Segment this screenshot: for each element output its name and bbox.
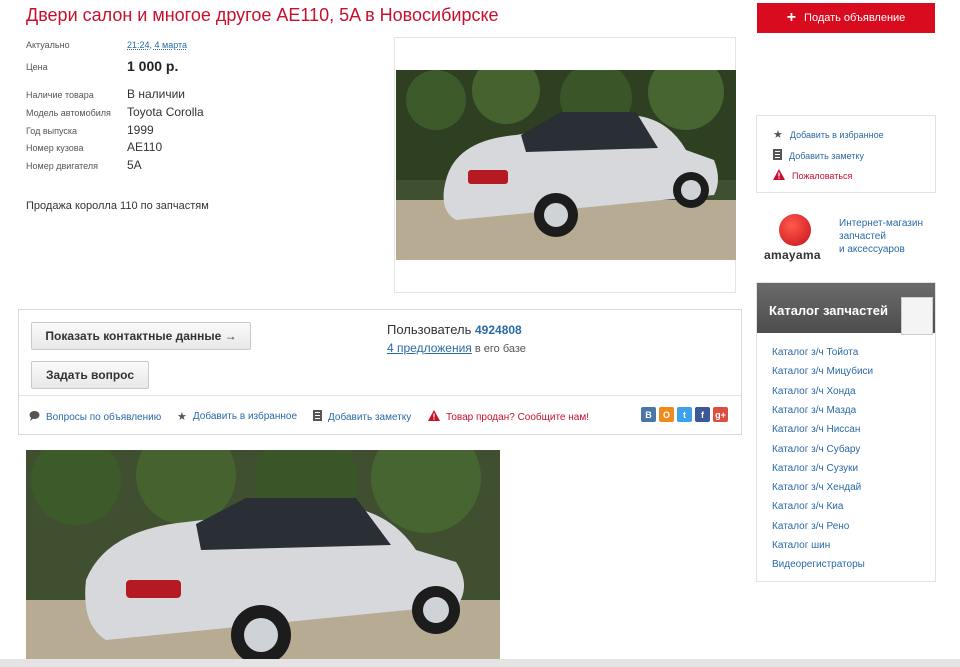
questions-label: Вопросы по объявлению: [46, 411, 162, 423]
spec-year: 1999: [127, 123, 154, 137]
show-contacts-button[interactable]: Показать контактные данные →: [31, 322, 251, 350]
offers-line: 4 предложения в его базе: [387, 341, 526, 355]
questions-link[interactable]: Вопросы по объявлению: [29, 410, 161, 424]
user-id-link[interactable]: 4924808: [475, 323, 522, 337]
parts-catalog: Каталог запчастей Каталог з/ч Тойота Кат…: [756, 282, 936, 582]
user-prefix: Пользователь: [387, 322, 472, 337]
warning-icon: [428, 410, 440, 424]
add-favorite-link[interactable]: ★ Добавить в избранное: [177, 410, 297, 423]
catalog-link-mazda[interactable]: Каталог з/ч Мазда: [772, 405, 856, 416]
spec-availability: В наличии: [127, 87, 186, 101]
add-note-label: Добавить заметку: [328, 411, 412, 423]
complain-link[interactable]: Пожаловаться: [773, 169, 852, 182]
spec-label-body: Номер кузова: [26, 143, 84, 153]
main-photo-frame[interactable]: [394, 37, 736, 293]
catalog-link-subaru[interactable]: Каталог з/ч Субару: [772, 444, 860, 455]
car-photo-large[interactable]: [26, 450, 500, 662]
spec-date-link[interactable]: 21:24, 4 марта: [127, 40, 187, 50]
sidebar-add-note-link[interactable]: Добавить заметку: [773, 149, 864, 162]
add-favorite-label: Добавить в избранное: [192, 411, 298, 422]
catalog-link-kia[interactable]: Каталог з/ч Киа: [772, 501, 843, 512]
spec-model: Toyota Corolla: [127, 105, 204, 119]
catalog-document-icon: [901, 297, 933, 335]
listing-description: Продажа королла 110 по запчастям: [26, 200, 209, 212]
amayama-line1: Интернет-магазин: [839, 218, 923, 229]
spec-label-actual: Актуально: [26, 40, 70, 50]
amayama-logo-icon: [779, 214, 811, 246]
offers-link[interactable]: 4 предложения: [387, 341, 472, 355]
catalog-link-nissan[interactable]: Каталог з/ч Ниссан: [772, 424, 860, 435]
gplus-share-icon[interactable]: g+: [713, 407, 728, 422]
divider: [19, 395, 741, 396]
spec-label-price: Цена: [26, 62, 48, 72]
spec-engine: 5A: [127, 158, 142, 172]
spec-label-model: Модель автомобиля: [26, 108, 111, 118]
sidebar-actions-box: ★ Добавить в избранное Добавить заметку …: [756, 115, 936, 193]
post-ad-button[interactable]: + Подать объявление: [757, 3, 935, 33]
spec-label-engine: Номер двигателя: [26, 161, 99, 171]
amayama-tagline[interactable]: Интернет-магазин запчастей и аксессуаров: [839, 217, 939, 256]
warning-icon: [773, 169, 785, 182]
catalog-link-mitsubishi[interactable]: Каталог з/ч Мицубиси: [772, 366, 873, 377]
catalog-link-renault[interactable]: Каталог з/ч Рено: [772, 521, 849, 532]
vk-share-icon[interactable]: В: [641, 407, 656, 422]
catalog-link-tires[interactable]: Каталог шин: [772, 540, 830, 551]
post-ad-label: Подать объявление: [804, 12, 906, 24]
catalog-link-suzuki[interactable]: Каталог з/ч Сузуки: [772, 463, 858, 474]
amayama-line2: запчастей: [839, 231, 886, 242]
star-icon: ★: [773, 129, 783, 141]
catalog-link-toyota[interactable]: Каталог з/ч Тойота: [772, 347, 858, 358]
sold-report-link[interactable]: Товар продан? Сообщите нам!: [428, 410, 589, 424]
catalog-title: Каталог запчастей: [769, 303, 888, 318]
amayama-line3: и аксессуаров: [839, 244, 905, 255]
complain-label: Пожаловаться: [792, 170, 853, 181]
sold-report-label: Товар продан? Сообщите нам!: [446, 411, 589, 423]
offers-suffix: в его базе: [474, 343, 526, 355]
contact-panel: Показать контактные данные → Задать вопр…: [18, 309, 742, 435]
ok-share-icon[interactable]: О: [659, 407, 674, 422]
listing-title: Двери салон и многое другое AE110, 5A в …: [26, 5, 499, 25]
catalog-link-dashcams[interactable]: Видеорегистраторы: [772, 559, 865, 570]
plus-icon: +: [786, 9, 797, 26]
amayama-brand: amayama: [764, 248, 821, 262]
sidebar-add-favorite-link[interactable]: ★ Добавить в избранное: [773, 128, 884, 141]
sidebar-add-note-label: Добавить заметку: [789, 150, 864, 161]
twitter-share-icon[interactable]: t: [677, 407, 692, 422]
bottom-scroll-strip: [0, 659, 960, 667]
catalog-link-honda[interactable]: Каталог з/ч Хонда: [772, 386, 856, 397]
car-photo[interactable]: [396, 70, 736, 260]
user-line: Пользователь 4924808: [387, 322, 522, 337]
note-icon: [313, 410, 322, 424]
add-note-link[interactable]: Добавить заметку: [313, 410, 411, 424]
sidebar-add-favorite-label: Добавить в избранное: [789, 129, 884, 140]
note-icon: [773, 149, 782, 162]
spec-body: AE110: [127, 140, 163, 154]
spec-price: 1 000 р.: [127, 58, 179, 74]
amayama-ad[interactable]: amayama Интернет-магазин запчастей и акс…: [764, 212, 939, 267]
spec-label-availability: Наличие товара: [26, 90, 94, 100]
facebook-share-icon[interactable]: f: [695, 407, 710, 422]
catalog-link-hyundai[interactable]: Каталог з/ч Хендай: [772, 482, 861, 493]
star-icon: ★: [177, 411, 187, 423]
spec-label-year: Год выпуска: [26, 126, 77, 136]
speech-bubble-icon: [29, 410, 40, 424]
ask-question-button[interactable]: Задать вопрос: [31, 361, 149, 389]
